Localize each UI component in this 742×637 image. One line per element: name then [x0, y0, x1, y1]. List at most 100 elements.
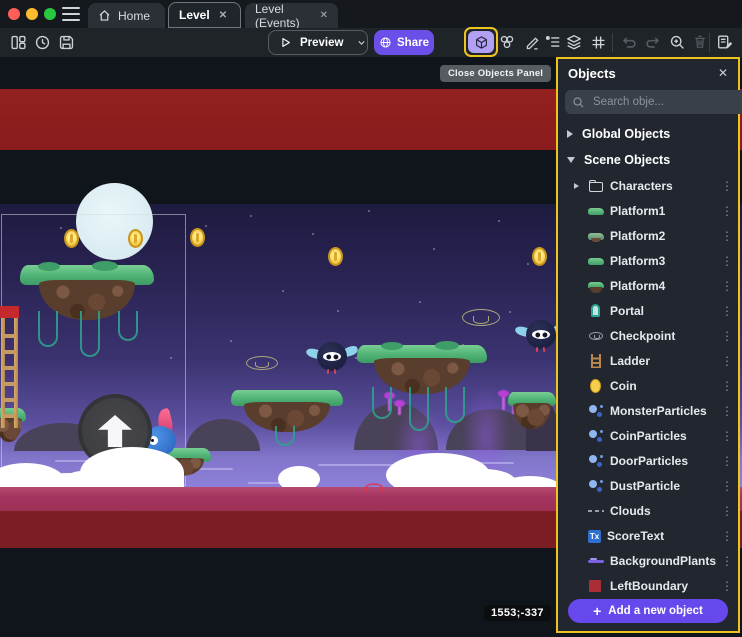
object-name: MonsterParticles — [610, 404, 716, 418]
object-list-item[interactable]: Checkpoint ⋮ — [558, 323, 738, 348]
coin-object[interactable] — [128, 229, 143, 248]
kebab-menu-icon[interactable]: ⋮ — [716, 429, 738, 443]
kebab-menu-icon[interactable]: ⋮ — [716, 279, 738, 293]
object-list-item[interactable]: Platform1 ⋮ — [558, 198, 738, 223]
particles-icon — [588, 428, 604, 444]
cursor-coordinates-badge: 1553;-337 — [484, 605, 551, 621]
undo-icon[interactable] — [619, 32, 639, 52]
object-name: Platform4 — [610, 279, 716, 293]
object-list-item[interactable]: LeftBoundary ⋮ — [558, 573, 738, 598]
kebab-menu-icon[interactable]: ⋮ — [716, 254, 738, 268]
share-label: Share — [397, 37, 429, 49]
object-list-item[interactable]: Platform4 ⋮ — [558, 273, 738, 298]
traffic-light-close[interactable] — [8, 8, 20, 20]
kebab-menu-icon[interactable]: ⋮ — [716, 304, 738, 318]
checkpoint-object[interactable] — [246, 356, 278, 370]
search-input[interactable] — [591, 95, 742, 109]
object-list-item[interactable]: MonsterParticles ⋮ — [558, 398, 738, 423]
coin-object[interactable] — [532, 247, 547, 266]
menu-icon[interactable] — [62, 7, 80, 21]
kebab-menu-icon[interactable]: ⋮ — [716, 229, 738, 243]
layers-icon[interactable] — [564, 32, 584, 52]
object-list-item[interactable]: Tx ScoreText ⋮ — [558, 523, 738, 548]
preview-dropdown-chevron-icon[interactable] — [356, 37, 367, 48]
home-icon — [98, 9, 111, 22]
panel-layout-icon[interactable] — [8, 32, 28, 52]
object-list-item[interactable]: Portal ⋮ — [558, 298, 738, 323]
object-list-item[interactable]: DustParticle ⋮ — [558, 473, 738, 498]
object-list-item[interactable]: Platform3 ⋮ — [558, 248, 738, 273]
platform-object[interactable] — [20, 265, 154, 387]
checkpoint-object[interactable] — [462, 309, 500, 326]
object-list-item[interactable]: BackgroundPlants ⋮ — [558, 548, 738, 573]
object-list-item[interactable]: Clouds ⋮ — [558, 498, 738, 523]
kebab-menu-icon[interactable]: ⋮ — [716, 379, 738, 393]
object-list-item[interactable]: Characters ⋮ — [558, 173, 738, 198]
item-twisty — [574, 183, 588, 189]
grid-icon[interactable] — [588, 32, 608, 52]
traffic-light-zoom[interactable] — [44, 8, 56, 20]
kebab-menu-icon[interactable]: ⋮ — [716, 179, 738, 193]
platform-object[interactable] — [357, 345, 487, 457]
kebab-menu-icon[interactable]: ⋮ — [716, 404, 738, 418]
kebab-menu-icon[interactable]: ⋮ — [716, 329, 738, 343]
zoom-in-icon[interactable] — [667, 32, 687, 52]
close-panel-icon[interactable]: ✕ — [718, 66, 728, 80]
ladder-object[interactable] — [0, 306, 19, 428]
object-name: CoinParticles — [610, 429, 716, 443]
particles-icon — [588, 478, 604, 494]
tab-label: Level (Events) — [255, 2, 311, 30]
kebab-menu-icon[interactable]: ⋮ — [716, 554, 738, 568]
redo-icon[interactable] — [643, 32, 663, 52]
cube-icon — [474, 35, 489, 50]
kebab-menu-icon[interactable]: ⋮ — [716, 204, 738, 218]
object-groups-icon[interactable] — [497, 32, 517, 52]
section-global-objects[interactable]: Global Objects — [558, 121, 738, 146]
section-label: Scene Objects — [584, 153, 670, 167]
object-list-item[interactable]: Coin ⋮ — [558, 373, 738, 398]
kebab-menu-icon[interactable]: ⋮ — [716, 454, 738, 468]
object-name: Checkpoint — [610, 329, 716, 343]
object-name: ScoreText — [607, 529, 716, 543]
coin-object[interactable] — [64, 229, 79, 248]
kebab-menu-icon[interactable]: ⋮ — [716, 504, 738, 518]
platform-object[interactable] — [508, 392, 556, 436]
object-list-item[interactable]: Ladder ⋮ — [558, 348, 738, 373]
share-button[interactable]: Share — [374, 30, 434, 55]
kebab-menu-icon[interactable]: ⋮ — [716, 479, 738, 493]
kebab-menu-icon[interactable]: ⋮ — [716, 579, 738, 593]
instances-list-icon[interactable] — [543, 32, 563, 52]
close-tab-icon[interactable]: ✕ — [219, 10, 227, 21]
kebab-menu-icon[interactable]: ⋮ — [716, 354, 738, 368]
save-icon[interactable] — [56, 32, 76, 52]
traffic-light-minimize[interactable] — [26, 8, 38, 20]
play-icon — [279, 36, 292, 49]
object-name: Coin — [610, 379, 716, 393]
coin-object[interactable] — [190, 228, 205, 247]
close-tab-icon[interactable]: ✕ — [320, 10, 328, 21]
object-list-item[interactable]: Platform2 ⋮ — [558, 223, 738, 248]
divider — [612, 33, 613, 52]
platform-object[interactable] — [231, 390, 343, 452]
edit-pencil-icon[interactable] — [522, 32, 542, 52]
object-list-item[interactable]: DoorParticles ⋮ — [558, 448, 738, 473]
section-scene-objects[interactable]: Scene Objects — [558, 147, 738, 172]
object-list-item[interactable]: CoinParticles ⋮ — [558, 423, 738, 448]
chevron-right-icon[interactable] — [574, 183, 579, 189]
preview-button[interactable]: Preview — [268, 30, 368, 55]
tab-home[interactable]: Home — [88, 3, 165, 28]
portal-icon — [588, 303, 604, 319]
kebab-menu-icon[interactable]: ⋮ — [716, 529, 738, 543]
coin-object[interactable] — [328, 247, 343, 266]
monster-object[interactable] — [306, 340, 358, 374]
history-icon[interactable] — [32, 32, 52, 52]
object-search-box[interactable] — [565, 90, 742, 114]
tab-level-events[interactable]: Level (Events) ✕ — [245, 3, 338, 28]
particles-icon — [588, 403, 604, 419]
edit-events-icon[interactable] — [715, 32, 735, 52]
object-name: Platform2 — [610, 229, 716, 243]
add-object-button[interactable]: + Add a new object — [568, 599, 728, 623]
trash-icon[interactable] — [690, 32, 710, 52]
tab-level[interactable]: Level ✕ — [168, 2, 241, 28]
objects-panel-toggle-button[interactable] — [468, 31, 494, 53]
